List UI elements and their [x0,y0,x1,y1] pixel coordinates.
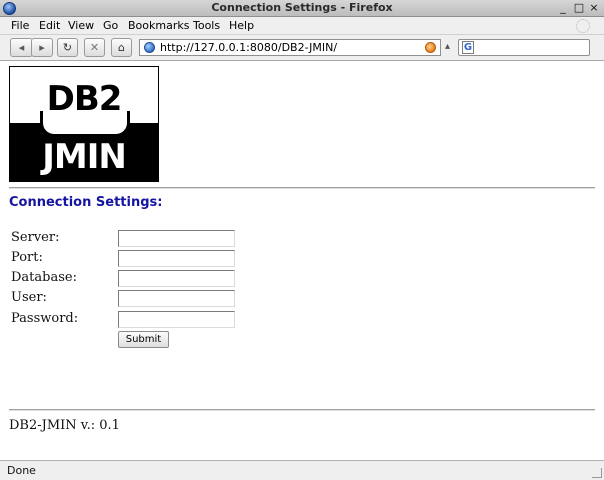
stop-button[interactable]: ✕ [84,38,105,57]
stop-icon: ✕ [89,41,100,54]
back-button[interactable]: ◂ [10,38,33,57]
url-text[interactable]: http://127.0.0.1:8080/DB2-JMIN/ [160,41,337,54]
reload-button[interactable]: ↻ [57,38,78,57]
status-bar: Done [0,460,604,480]
menu-tools[interactable]: Tools [193,19,220,32]
forward-arrow-icon: ▸ [39,41,45,54]
navigation-toolbar: ◂ ▸ ↻ ✕ ⌂ http://127.0.0.1:8080/DB2-JMIN… [0,35,604,61]
search-box[interactable]: G [458,39,590,56]
menu-go[interactable]: Go [103,19,118,32]
password-input[interactable] [118,311,235,328]
menu-view[interactable]: View [68,19,94,32]
user-label: User: [11,290,47,305]
menu-bookmarks[interactable]: Bookmarks [128,19,189,32]
menu-bar: File Edit View Go Bookmarks Tools Help [0,17,604,35]
forward-button[interactable]: ▸ [31,38,53,57]
google-search-icon[interactable]: G [462,41,474,54]
database-label: Database: [11,270,77,285]
resize-grip-icon[interactable] [592,468,602,478]
throbber-icon [576,19,590,33]
password-label: Password: [11,311,79,326]
user-input[interactable] [118,290,235,307]
close-button[interactable]: × [587,1,601,15]
url-bar[interactable]: http://127.0.0.1:8080/DB2-JMIN/ [139,39,441,56]
reload-icon: ↻ [62,41,73,54]
menu-edit[interactable]: Edit [39,19,60,32]
window-titlebar: Connection Settings - Firefox _ □ × [0,0,604,17]
page-heading: Connection Settings: [9,195,163,210]
page-content: DB2 JMIN Connection Settings: Server: Po… [0,62,604,460]
server-label: Server: [11,230,60,245]
top-divider [9,187,595,189]
database-input[interactable] [118,270,235,287]
bottom-divider [9,409,595,411]
status-text: Done [7,464,36,477]
menu-help[interactable]: Help [229,19,254,32]
minimize-button[interactable]: _ [556,1,570,15]
version-text: DB2-JMIN v.: 0.1 [9,418,120,433]
site-globe-icon [144,42,155,53]
logo-top-text: DB2 [46,79,123,119]
home-icon: ⌂ [118,41,125,54]
maximize-button[interactable]: □ [572,1,586,15]
menu-file[interactable]: File [11,19,29,32]
db2-jmin-logo: DB2 JMIN [9,66,159,182]
logo-bottom-text: JMIN [42,137,127,177]
port-input[interactable] [118,250,235,267]
port-label: Port: [11,250,43,265]
back-arrow-icon: ◂ [18,41,25,54]
search-engine-dropdown-icon[interactable]: ▴ [445,41,450,52]
home-button[interactable]: ⌂ [111,38,132,57]
feed-icon[interactable] [425,42,436,53]
submit-button[interactable]: Submit [118,331,169,348]
window-title: Connection Settings - Firefox [211,1,393,14]
server-input[interactable] [118,230,235,247]
